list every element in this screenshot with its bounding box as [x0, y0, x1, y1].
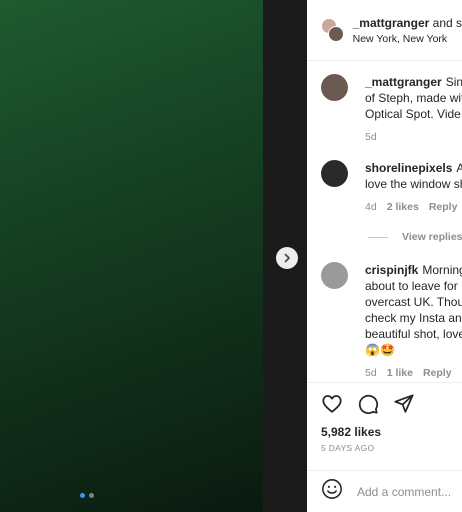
- post-sidebar: _mattgranger and s New York, New York _m…: [307, 0, 462, 512]
- comment-emojis: 😱🤩: [365, 343, 395, 357]
- comment-text: overcast UK. Thoug: [365, 295, 462, 309]
- comment-likes[interactable]: 2 likes: [387, 199, 419, 215]
- carousel-dot: [80, 493, 85, 498]
- author-line: _mattgranger and s: [353, 16, 462, 30]
- post-timestamp[interactable]: 5 DAYS AGO: [307, 439, 462, 453]
- comment-username[interactable]: _mattgranger: [365, 75, 442, 89]
- avatar[interactable]: [321, 74, 348, 101]
- comment-icon: [358, 394, 379, 415]
- comment-text: beautiful shot, love: [365, 327, 462, 341]
- post-header-text: _mattgranger and s New York, New York: [353, 16, 462, 45]
- comment-text: about to leave for: [365, 279, 458, 293]
- comment-text: love the window sh: [365, 177, 462, 191]
- comment-text: Sing: [445, 75, 462, 89]
- list-item: shorelinepixels Aw love the window sh 4d …: [321, 160, 462, 215]
- post-header: _mattgranger and s New York, New York: [307, 0, 462, 61]
- share-button[interactable]: [393, 393, 415, 415]
- avatar[interactable]: [321, 160, 348, 187]
- comment-meta: 4d 2 likes Reply: [365, 199, 462, 215]
- divider: [368, 236, 388, 238]
- avatar[interactable]: [321, 262, 348, 289]
- action-icons: [307, 383, 462, 415]
- author-suffix: and s: [432, 15, 462, 30]
- comment-time[interactable]: 5d: [365, 129, 377, 145]
- comment-text: check my Insta and: [365, 311, 462, 325]
- carousel-indicator: [80, 493, 94, 498]
- comments-list: _mattgrangerSing of Steph, made wit Opti…: [307, 62, 462, 382]
- heart-icon: [322, 395, 342, 413]
- add-comment-bar: [307, 470, 462, 512]
- comment-likes[interactable]: 1 like: [387, 365, 413, 381]
- comment-meta: 5d: [365, 129, 462, 145]
- reply-button[interactable]: Reply: [429, 199, 458, 215]
- comment-body: shorelinepixels Aw love the window sh 4d …: [365, 160, 462, 215]
- chevron-right-icon: [284, 253, 290, 263]
- comment-text: Optical Spot. Vide: [365, 107, 461, 121]
- list-item: crispinjfk Morning about to leave for ove…: [321, 262, 462, 381]
- emoji-button[interactable]: [321, 478, 343, 505]
- carousel-next-button[interactable]: [276, 247, 298, 269]
- reply-button[interactable]: Reply: [423, 365, 452, 381]
- comment-body: crispinjfk Morning about to leave for ove…: [365, 262, 462, 381]
- post-photo[interactable]: [0, 0, 263, 512]
- view-replies-label: View replies (: [402, 231, 462, 243]
- like-button[interactable]: [321, 393, 343, 415]
- send-icon: [394, 394, 414, 413]
- post-actions: 5,982 likes 5 DAYS AGO: [307, 382, 462, 458]
- comment-time[interactable]: 4d: [365, 199, 377, 215]
- comment-text: of Steph, made wit: [365, 91, 462, 105]
- comment-time[interactable]: 5d: [365, 365, 377, 381]
- likes-count[interactable]: 5,982 likes: [307, 415, 462, 439]
- post-media: [0, 0, 307, 512]
- comment-button[interactable]: [357, 393, 379, 415]
- author-username[interactable]: _mattgranger: [353, 16, 430, 30]
- comment-input[interactable]: [357, 484, 462, 499]
- comment-body: _mattgrangerSing of Steph, made wit Opti…: [365, 74, 462, 145]
- caption: _mattgrangerSing of Steph, made wit Opti…: [321, 74, 462, 145]
- location-link[interactable]: New York, New York: [353, 33, 462, 45]
- carousel-dot: [89, 493, 94, 498]
- emoji-icon: [322, 479, 342, 499]
- comment-username[interactable]: crispinjfk: [365, 263, 418, 277]
- view-replies-button[interactable]: View replies (: [368, 231, 462, 243]
- author-avatar[interactable]: [321, 18, 344, 42]
- comment-meta: 5d 1 like Reply: [365, 365, 462, 381]
- comment-username[interactable]: shorelinepixels: [365, 161, 452, 175]
- comment-text: Morning: [422, 263, 462, 277]
- comment-text: Aw: [456, 161, 462, 175]
- avatar: [328, 26, 344, 42]
